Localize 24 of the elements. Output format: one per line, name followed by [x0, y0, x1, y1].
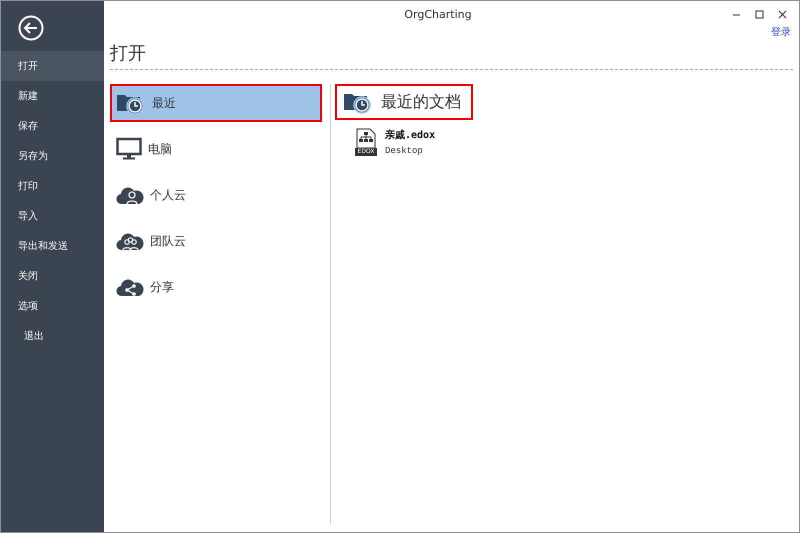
- recent-documents-heading: 最近的文档: [335, 84, 473, 120]
- maximize-icon[interactable]: [755, 10, 764, 18]
- sidebar-item[interactable]: 关闭: [1, 261, 104, 291]
- file-name[interactable]: 亲戚.edox: [385, 128, 436, 142]
- sidebar-item[interactable]: 新建: [1, 81, 104, 111]
- sidebar-item[interactable]: 导入: [1, 201, 104, 231]
- location-item[interactable]: 个人云: [110, 176, 322, 214]
- sidebar-item[interactable]: 另存为: [1, 141, 104, 171]
- sidebar-item[interactable]: 保存: [1, 111, 104, 141]
- location-item[interactable]: 电脑: [110, 130, 322, 168]
- location-item[interactable]: 分享: [110, 268, 322, 306]
- sidebar-item[interactable]: 打开: [1, 51, 104, 81]
- location-item[interactable]: 团队云: [110, 222, 322, 260]
- page-title: 打开: [110, 41, 793, 70]
- sidebar-item[interactable]: 选项: [1, 291, 104, 321]
- location-item[interactable]: 最近: [110, 84, 322, 122]
- file-location: Desktop: [385, 146, 424, 156]
- sidebar-item[interactable]: 退出: [1, 321, 104, 351]
- sidebar-item[interactable]: 导出和发送: [1, 231, 104, 261]
- login-link[interactable]: 登录: [771, 25, 799, 39]
- monitor-icon: [116, 137, 142, 161]
- window-title: OrgCharting: [403, 8, 473, 20]
- close-icon[interactable]: [778, 10, 787, 18]
- sidebar-item[interactable]: 打印: [1, 171, 104, 201]
